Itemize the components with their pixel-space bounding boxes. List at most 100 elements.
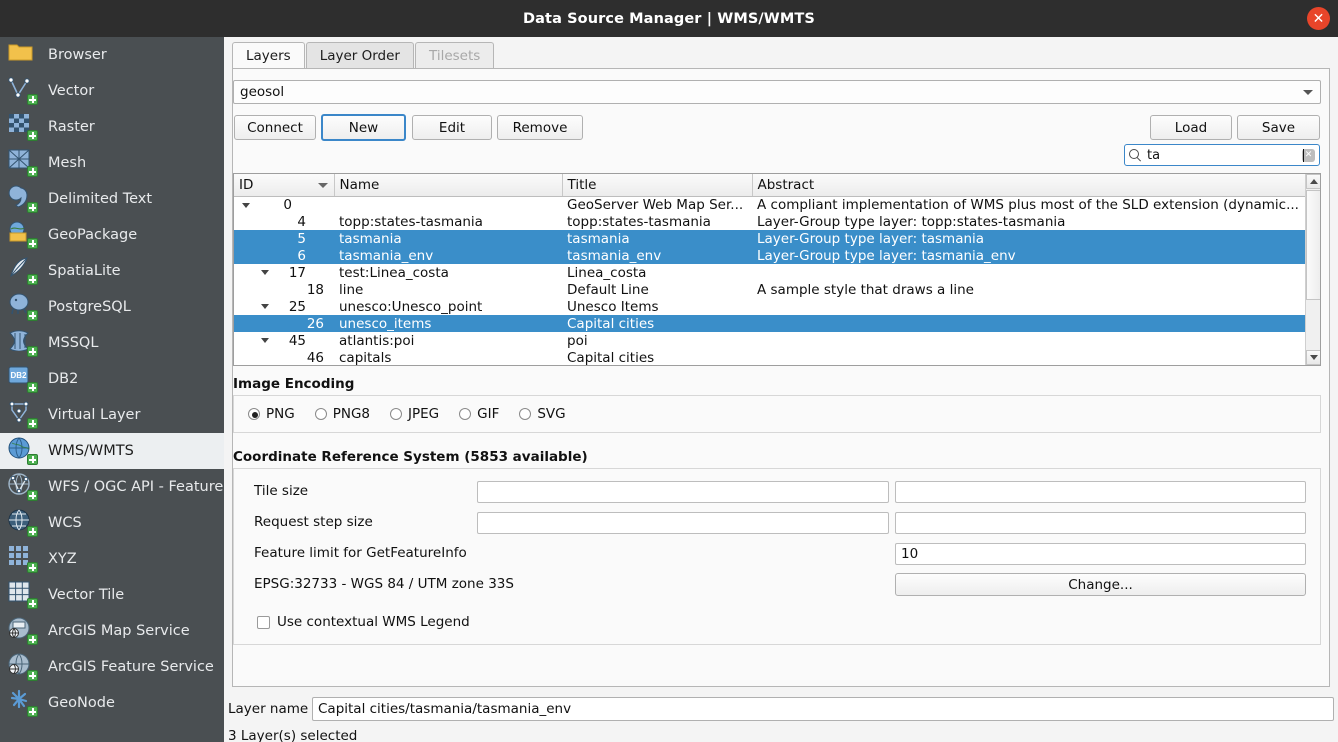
feature-limit-input[interactable]: 10: [895, 543, 1306, 565]
column-header-abstract[interactable]: Abstract: [752, 174, 1307, 197]
tile-size-row: Tile size: [234, 479, 1322, 505]
cell-id-label: 4: [297, 213, 306, 230]
scroll-up-icon[interactable]: [1306, 174, 1320, 189]
sidebar-item-db2[interactable]: DB2 DB2: [0, 361, 224, 397]
search-input[interactable]: ta ✕: [1124, 144, 1320, 166]
spatialite-icon: [8, 257, 38, 285]
search-input-value: ta: [1147, 148, 1304, 163]
expander-icon[interactable]: [261, 270, 269, 275]
sidebar-item-postgresql[interactable]: PostgreSQL: [0, 289, 224, 325]
cell-abstract: Layer-Group type layer: topp:states-tasm…: [757, 213, 1066, 230]
encoding-radio-svg[interactable]: SVG: [519, 406, 566, 422]
tile-size-input-2[interactable]: [895, 481, 1306, 503]
radio-dot: [314, 408, 327, 420]
table-row[interactable]: 26 unesco_items Capital cities: [234, 315, 1306, 332]
table-row[interactable]: 18 line Default Line A sample style that dr…: [234, 281, 1306, 298]
xyz-icon: [8, 545, 38, 573]
close-icon[interactable]: ✕: [1307, 7, 1330, 30]
table-row[interactable]: 0 GeoServer Web Map Ser... A compliant imp…: [234, 196, 1306, 213]
feature-limit-label: Feature limit for GetFeatureInfo: [254, 545, 467, 561]
arcgis-map-service-icon: [8, 617, 38, 645]
tab-layers[interactable]: Layers: [232, 42, 305, 69]
request-step-size-label: Request step size: [254, 514, 373, 530]
cell-id-label: 0: [283, 196, 292, 213]
tab-label: Layer Order: [319, 48, 400, 64]
sidebar-item-vector-tile[interactable]: Vector Tile: [0, 577, 224, 613]
cell-name: test:Linea_costa: [339, 264, 449, 281]
contextual-legend-checkbox[interactable]: Use contextual WMS Legend: [257, 614, 470, 630]
sidebar-item-spatialite[interactable]: SpatiaLite: [0, 253, 224, 289]
table-body: 0 GeoServer Web Map Ser... A compliant imp…: [234, 196, 1306, 366]
sidebar-item-wfs-ogc-api-features[interactable]: WFS / OGC API - Features: [0, 469, 224, 505]
table-row[interactable]: 46 capitals Capital cities: [234, 349, 1306, 366]
expander-icon[interactable]: [261, 304, 269, 309]
sidebar-item-xyz[interactable]: XYZ: [0, 541, 224, 577]
scrollbar-thumb[interactable]: [1306, 190, 1320, 300]
sidebar-item-label: PostgreSQL: [48, 299, 131, 315]
encoding-radio-png[interactable]: PNG: [248, 406, 295, 422]
new-button[interactable]: New: [321, 114, 406, 141]
column-header-name[interactable]: Name: [334, 174, 563, 197]
sidebar-item-raster[interactable]: Raster: [0, 109, 224, 145]
connect-button[interactable]: Connect: [234, 115, 316, 140]
sidebar: Browser Vector Raster Mesh Delimited Text Geo…: [0, 37, 224, 742]
layer-name-label: Layer name: [228, 701, 309, 717]
load-button[interactable]: Load: [1150, 115, 1232, 140]
column-header-id[interactable]: ID: [234, 174, 335, 197]
search-icon: [1129, 148, 1142, 162]
tile-size-input[interactable]: [477, 481, 889, 503]
table-row[interactable]: 4 topp:states-tasmania topp:states-tasmani…: [234, 213, 1306, 230]
tab-layer-order[interactable]: Layer Order: [305, 42, 414, 69]
encoding-radio-gif[interactable]: GIF: [459, 406, 499, 422]
table-row[interactable]: 25 unesco:Unesco_point Unesco Items: [234, 298, 1306, 315]
sidebar-item-wms-wmts[interactable]: WMS/WMTS: [0, 433, 224, 469]
sidebar-item-browser[interactable]: Browser: [0, 37, 224, 73]
column-header-id-label: ID: [239, 176, 254, 193]
column-header-title[interactable]: Title: [562, 174, 753, 197]
sidebar-item-geopackage[interactable]: GeoPackage: [0, 217, 224, 253]
cell-title: topp:states-tasmania: [567, 213, 711, 230]
save-button[interactable]: Save: [1237, 115, 1320, 140]
table-row[interactable]: 17 test:Linea_costa Linea_costa: [234, 264, 1306, 281]
status-text: 3 Layer(s) selected: [228, 728, 358, 742]
layers-table[interactable]: ID Name Title Abstract 0 GeoServer Web M…: [233, 173, 1321, 366]
request-step-size-input[interactable]: [477, 512, 889, 534]
checkbox-box: [257, 615, 270, 629]
edit-button[interactable]: Edit: [412, 115, 492, 140]
layer-name-input[interactable]: Capital cities/tasmania/tasmania_env: [312, 697, 1334, 721]
vector-icon: [8, 77, 38, 105]
cell-id: 6: [234, 247, 334, 264]
table-row[interactable]: 5 tasmania tasmania Layer-Group type layer:…: [234, 230, 1306, 247]
remove-button[interactable]: Remove: [497, 115, 583, 140]
encoding-radio-jpeg[interactable]: JPEG: [390, 406, 439, 422]
sidebar-item-vector[interactable]: Vector: [0, 73, 224, 109]
encoding-radio-png8[interactable]: PNG8: [314, 406, 370, 422]
sidebar-item-label: Vector: [48, 83, 95, 99]
sidebar-item-label: Raster: [48, 119, 95, 135]
table-row[interactable]: 45 atlantis:poi poi: [234, 332, 1306, 349]
sidebar-item-mssql[interactable]: MSSQL: [0, 325, 224, 361]
connection-select[interactable]: geosol: [233, 80, 1321, 104]
expander-icon[interactable]: [261, 338, 269, 343]
request-step-size-input-2[interactable]: [895, 512, 1306, 534]
sidebar-item-arcgis-map-service[interactable]: ArcGIS Map Service: [0, 613, 224, 649]
cell-id-label: 17: [288, 264, 306, 281]
cell-name: capitals: [339, 349, 392, 366]
cell-title: tasmania_env: [562, 247, 752, 264]
image-encoding-group: PNG PNG8 JPEG GIF SVG: [233, 395, 1321, 433]
scroll-down-icon[interactable]: [1306, 350, 1320, 365]
wcs-icon: [8, 509, 38, 537]
sidebar-item-geonode[interactable]: GeoNode: [0, 685, 224, 721]
sidebar-item-virtual-layer[interactable]: Virtual Layer: [0, 397, 224, 433]
cell-abstract: Layer-Group type layer: tasmania: [752, 230, 1306, 247]
table-scrollbar[interactable]: [1305, 174, 1320, 365]
sidebar-item-arcgis-feature-service[interactable]: ArcGIS Feature Service: [0, 649, 224, 685]
table-row[interactable]: 6 tasmania_env tasmania_env Layer-Group typ…: [234, 247, 1306, 264]
expander-icon[interactable]: [242, 202, 250, 208]
sidebar-item-wcs[interactable]: WCS: [0, 505, 224, 541]
change-crs-button[interactable]: Change...: [895, 573, 1306, 596]
sidebar-item-delimited-text[interactable]: Delimited Text: [0, 181, 224, 217]
sidebar-item-mesh[interactable]: Mesh: [0, 145, 224, 181]
radio-dot: [519, 408, 532, 420]
cell-id-label: 18: [306, 281, 324, 298]
